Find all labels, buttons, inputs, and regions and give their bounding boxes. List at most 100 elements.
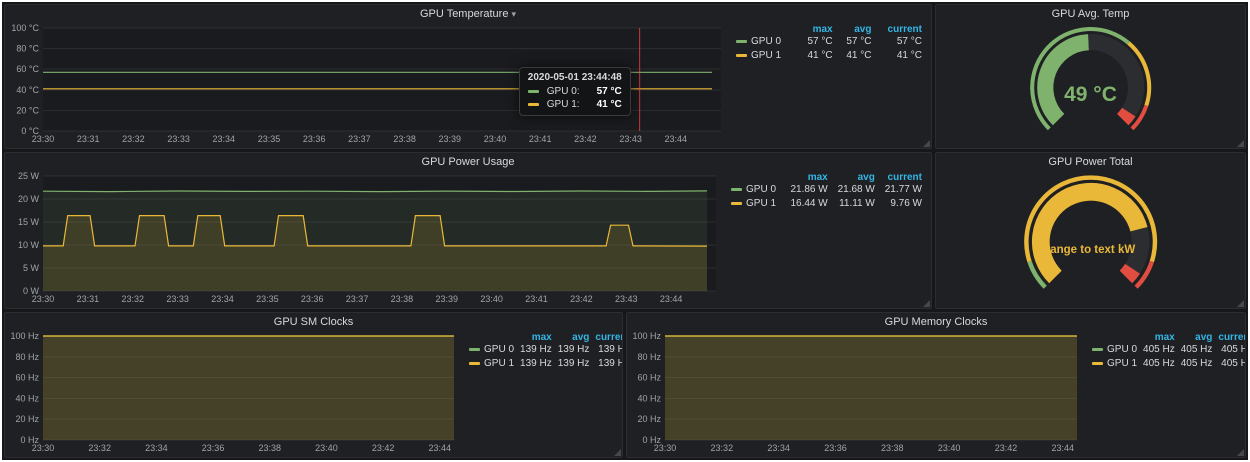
legend-series-row: GPU 0405 Hz405 Hz405 Hz xyxy=(1089,343,1246,357)
svg-text:23:43: 23:43 xyxy=(615,294,638,304)
avg-temp-gauge: 49 °C xyxy=(1010,25,1171,146)
legend-series-value: 405 Hz xyxy=(1215,357,1246,371)
svg-text:23:36: 23:36 xyxy=(301,294,324,304)
panel-resize-handle[interactable] xyxy=(1237,449,1244,456)
legend-sort-header[interactable]: max xyxy=(517,332,555,343)
legend-series-value: 139 Hz xyxy=(555,357,593,371)
svg-text:60 Hz: 60 Hz xyxy=(637,373,661,383)
legend-series-value: 405 Hz xyxy=(1140,343,1178,357)
legend-name-header xyxy=(1089,332,1140,343)
svg-text:10 W: 10 W xyxy=(18,240,40,250)
svg-text:23:43: 23:43 xyxy=(619,134,642,144)
svg-text:23:37: 23:37 xyxy=(346,294,369,304)
legend-table: maxavgcurrentGPU 0405 Hz405 Hz405 HzGPU … xyxy=(1089,332,1246,371)
panel-resize-handle[interactable] xyxy=(923,140,930,147)
legend-sort-header[interactable]: current xyxy=(592,332,623,343)
svg-text:23:38: 23:38 xyxy=(258,443,281,453)
legend-sort-header[interactable]: max xyxy=(784,172,831,183)
svg-text:23:40: 23:40 xyxy=(484,134,507,144)
gpu-sm-clocks-chart-canvas[interactable]: 0 Hz20 Hz40 Hz60 Hz80 Hz100 Hz23:3023:32… xyxy=(9,331,460,454)
legend-series-value: 21.68 W xyxy=(831,183,878,197)
svg-text:23:32: 23:32 xyxy=(121,294,144,304)
svg-text:23:40: 23:40 xyxy=(480,294,503,304)
legend-table: maxavgcurrentGPU 057 °C57 °C57 °CGPU 141… xyxy=(733,24,925,63)
legend-sort-header[interactable]: avg xyxy=(831,172,878,183)
svg-text:40 Hz: 40 Hz xyxy=(15,393,39,403)
legend-sort-header[interactable]: max xyxy=(797,24,836,35)
panel-title-gpu-memory-clocks[interactable]: GPU Memory Clocks xyxy=(627,313,1245,331)
legend-sort-header[interactable]: current xyxy=(874,24,925,35)
panel-title-gpu-temperature[interactable]: GPU Temperature ▾ xyxy=(5,5,931,23)
panel-title-gpu-power-usage[interactable]: GPU Power Usage xyxy=(5,153,931,171)
panel-title-text: GPU Temperature xyxy=(420,8,508,20)
legend-series-label[interactable]: GPU 0 xyxy=(728,183,784,197)
panel-resize-handle[interactable] xyxy=(614,449,621,456)
svg-text:80 °C: 80 °C xyxy=(16,44,39,54)
gpu-sm-clocks-chart[interactable]: 0 Hz20 Hz40 Hz60 Hz80 Hz100 Hz23:3023:32… xyxy=(9,331,460,454)
svg-text:23:30: 23:30 xyxy=(32,294,55,304)
dashboard-row-3: GPU SM Clocks 0 Hz20 Hz40 Hz60 Hz80 Hz10… xyxy=(4,312,1246,458)
svg-text:23:44: 23:44 xyxy=(429,443,452,453)
panel-title-text: GPU Power Usage xyxy=(422,156,515,168)
svg-text:80 Hz: 80 Hz xyxy=(15,352,39,362)
legend-series-row: GPU 1405 Hz405 Hz405 Hz xyxy=(1089,357,1246,371)
series-color-dash-icon xyxy=(731,188,742,191)
panel-gpu-power-total: GPU Power Total range to text kW xyxy=(935,152,1246,309)
legend-series-label[interactable]: GPU 1 xyxy=(733,49,797,63)
legend-sort-header[interactable]: current xyxy=(1215,332,1246,343)
gpu-power-usage-chart[interactable]: 0 W5 W10 W15 W20 W25 W23:3023:3123:3223:… xyxy=(9,171,722,305)
panel-title-text: GPU Memory Clocks xyxy=(885,316,988,328)
gpu-memory-clocks-chart-canvas[interactable]: 0 Hz20 Hz40 Hz60 Hz80 Hz100 Hz23:3023:32… xyxy=(631,331,1083,454)
svg-text:20 Hz: 20 Hz xyxy=(15,414,39,424)
tooltip-series-label: GPU 1: xyxy=(547,98,580,111)
panel-title-gpu-sm-clocks[interactable]: GPU SM Clocks xyxy=(5,313,622,331)
legend-series-label[interactable]: GPU 0 xyxy=(1089,343,1140,357)
svg-text:40 Hz: 40 Hz xyxy=(637,393,661,403)
panel-resize-handle[interactable] xyxy=(1237,300,1244,307)
svg-text:23:38: 23:38 xyxy=(881,443,904,453)
legend-series-value: 41 °C xyxy=(836,49,875,63)
tooltip-series-row: GPU 1: 41 °C xyxy=(528,98,622,111)
legend-name-header xyxy=(466,332,517,343)
legend-series-label[interactable]: GPU 1 xyxy=(1089,357,1140,371)
legend-series-row: GPU 116.44 W11.11 W9.76 W xyxy=(728,197,925,211)
legend-series-value: 41 °C xyxy=(797,49,836,63)
legend-series-row: GPU 141 °C41 °C41 °C xyxy=(733,49,925,63)
legend-sort-header[interactable]: max xyxy=(1140,332,1178,343)
panel-resize-handle[interactable] xyxy=(923,300,930,307)
gpu-power-usage-chart-canvas[interactable]: 0 W5 W10 W15 W20 W25 W23:3023:3123:3223:… xyxy=(9,171,722,305)
svg-text:23:40: 23:40 xyxy=(938,443,961,453)
panel-title-gpu-avg-temp[interactable]: GPU Avg. Temp xyxy=(936,5,1245,23)
series-color-dash-icon xyxy=(736,40,747,43)
svg-text:23:31: 23:31 xyxy=(77,134,100,144)
dashboard-row-1: GPU Temperature ▾ 0 °C20 °C40 °C60 °C80 … xyxy=(4,4,1246,149)
legend-series-value: 139 Hz xyxy=(555,343,593,357)
legend-sort-header[interactable]: avg xyxy=(836,24,875,35)
svg-text:23:35: 23:35 xyxy=(256,294,279,304)
power-total-gauge-arc xyxy=(1002,173,1179,306)
legend-series-label[interactable]: GPU 1 xyxy=(466,357,517,371)
legend-series-value: 405 Hz xyxy=(1140,357,1178,371)
svg-text:23:33: 23:33 xyxy=(167,134,190,144)
legend-series-label[interactable]: GPU 1 xyxy=(728,197,784,211)
legend-series-label[interactable]: GPU 0 xyxy=(466,343,517,357)
power-total-gauge: range to text kW xyxy=(1002,173,1179,306)
svg-text:20 W: 20 W xyxy=(18,194,40,204)
svg-text:23:42: 23:42 xyxy=(570,294,593,304)
series-color-dash-icon xyxy=(1092,348,1103,351)
panel-title-gpu-power-total[interactable]: GPU Power Total xyxy=(936,153,1245,171)
svg-text:23:32: 23:32 xyxy=(711,443,734,453)
legend-sort-header[interactable]: avg xyxy=(1178,332,1216,343)
svg-text:23:39: 23:39 xyxy=(436,294,459,304)
gpu-memory-clocks-chart[interactable]: 0 Hz20 Hz40 Hz60 Hz80 Hz100 Hz23:3023:32… xyxy=(631,331,1083,454)
panel-resize-handle[interactable] xyxy=(1237,140,1244,147)
legend-sort-header[interactable]: current xyxy=(878,172,925,183)
legend-sort-header[interactable]: avg xyxy=(555,332,593,343)
gpu-temperature-chart[interactable]: 0 °C20 °C40 °C60 °C80 °C100 °C23:3023:31… xyxy=(9,23,727,145)
svg-text:23:41: 23:41 xyxy=(529,134,552,144)
panel-title-text: GPU SM Clocks xyxy=(274,316,353,328)
legend-series-value: 9.76 W xyxy=(878,197,925,211)
legend-series-label[interactable]: GPU 0 xyxy=(733,35,797,49)
legend-name-header xyxy=(728,172,784,183)
legend-series-value: 139 Hz xyxy=(592,343,623,357)
